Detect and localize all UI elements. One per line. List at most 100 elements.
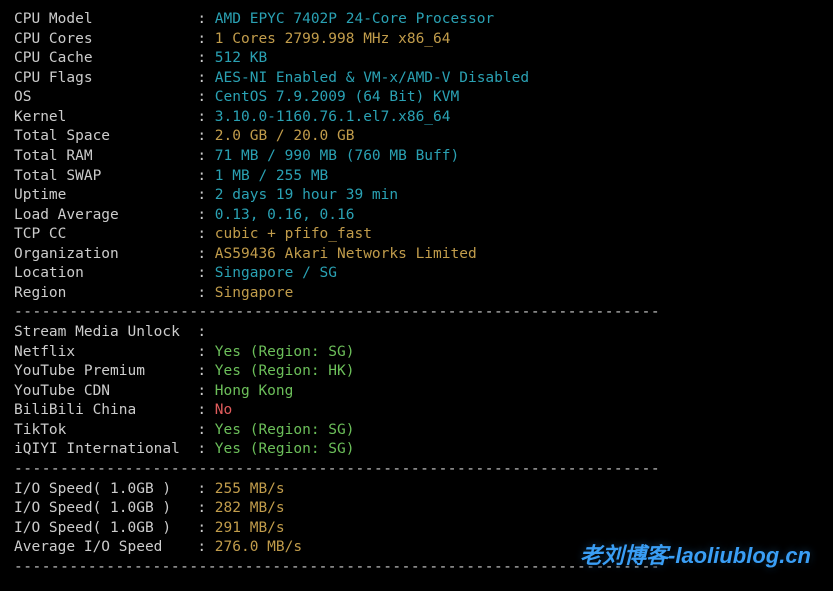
row-os: OS : CentOS 7.9.2009 (64 Bit) KVM bbox=[14, 88, 819, 108]
row-location: Location : Singapore / SG bbox=[14, 264, 819, 284]
section-divider: ----------------------------------------… bbox=[14, 460, 819, 480]
value: AS59436 Akari Networks Limited bbox=[215, 246, 477, 262]
colon-sep: : bbox=[197, 422, 214, 438]
colon-sep: : bbox=[197, 265, 214, 281]
row-load-average: Load Average : 0.13, 0.16, 0.16 bbox=[14, 206, 819, 226]
label: I/O Speed( 1.0GB ) bbox=[14, 520, 197, 536]
colon-sep: : bbox=[197, 344, 214, 360]
colon-sep: : bbox=[197, 285, 214, 301]
row-io-3: I/O Speed( 1.0GB ) : 291 MB/s bbox=[14, 519, 819, 539]
colon-sep: : bbox=[197, 539, 214, 555]
colon-sep: : bbox=[197, 109, 214, 125]
io-speed-block: I/O Speed( 1.0GB ) : 255 MB/s I/O Speed(… bbox=[14, 480, 819, 558]
value: 2 days 19 hour 39 min bbox=[215, 187, 398, 203]
label: YouTube CDN bbox=[14, 383, 197, 399]
label: Average I/O Speed bbox=[14, 539, 197, 555]
colon-sep: : bbox=[197, 148, 214, 164]
colon-sep: : bbox=[197, 520, 214, 536]
row-total-ram: Total RAM : 71 MB / 990 MB (760 MB Buff) bbox=[14, 147, 819, 167]
label: Kernel bbox=[14, 109, 197, 125]
colon-sep: : bbox=[197, 226, 214, 242]
row-uptime: Uptime : 2 days 19 hour 39 min bbox=[14, 186, 819, 206]
row-bilibili: BiliBili China : No bbox=[14, 401, 819, 421]
value: Yes (Region: SG) bbox=[215, 441, 355, 457]
label: CPU Cache bbox=[14, 50, 197, 66]
label: iQIYI International bbox=[14, 441, 197, 457]
label: TCP CC bbox=[14, 226, 197, 242]
label: Total Space bbox=[14, 128, 197, 144]
label: CPU Cores bbox=[14, 31, 197, 47]
label: Stream Media Unlock bbox=[14, 324, 197, 340]
row-youtube-premium: YouTube Premium : Yes (Region: HK) bbox=[14, 362, 819, 382]
label: CPU Model bbox=[14, 11, 197, 27]
colon-sep: : bbox=[197, 246, 214, 262]
value: Yes (Region: SG) bbox=[215, 422, 355, 438]
label: BiliBili China bbox=[14, 402, 197, 418]
colon-sep: : bbox=[197, 324, 214, 340]
row-iqiyi: iQIYI International : Yes (Region: SG) bbox=[14, 440, 819, 460]
label: OS bbox=[14, 89, 197, 105]
row-stream-header: Stream Media Unlock : bbox=[14, 323, 819, 343]
value: 276.0 MB/s bbox=[215, 539, 302, 555]
row-youtube-cdn: YouTube CDN : Hong Kong bbox=[14, 382, 819, 402]
system-info-block: CPU Model : AMD EPYC 7402P 24-Core Proce… bbox=[14, 10, 819, 303]
colon-sep: : bbox=[197, 50, 214, 66]
colon-sep: : bbox=[197, 70, 214, 86]
label: Organization bbox=[14, 246, 197, 262]
value: Singapore bbox=[215, 285, 294, 301]
row-tcp-cc: TCP CC : cubic + pfifo_fast bbox=[14, 225, 819, 245]
value: No bbox=[215, 402, 232, 418]
section-divider: ----------------------------------------… bbox=[14, 558, 819, 578]
label: Region bbox=[14, 285, 197, 301]
row-io-2: I/O Speed( 1.0GB ) : 282 MB/s bbox=[14, 499, 819, 519]
colon-sep: : bbox=[197, 402, 214, 418]
row-io-1: I/O Speed( 1.0GB ) : 255 MB/s bbox=[14, 480, 819, 500]
value: cubic + pfifo_fast bbox=[215, 226, 372, 242]
label: Location bbox=[14, 265, 197, 281]
value: AMD EPYC 7402P 24-Core Processor bbox=[215, 11, 494, 27]
colon-sep: : bbox=[197, 441, 214, 457]
value: 3.10.0-1160.76.1.el7.x86_64 bbox=[215, 109, 451, 125]
value: 1 MB / 255 MB bbox=[215, 168, 329, 184]
colon-sep: : bbox=[197, 481, 214, 497]
colon-sep: : bbox=[197, 168, 214, 184]
row-total-space: Total Space : 2.0 GB / 20.0 GB bbox=[14, 127, 819, 147]
value: Yes (Region: SG) bbox=[215, 344, 355, 360]
colon-sep: : bbox=[197, 207, 214, 223]
colon-sep: : bbox=[197, 89, 214, 105]
colon-sep: : bbox=[197, 500, 214, 516]
section-divider: ----------------------------------------… bbox=[14, 303, 819, 323]
row-io-avg: Average I/O Speed : 276.0 MB/s bbox=[14, 538, 819, 558]
value: Singapore / SG bbox=[215, 265, 337, 281]
row-region: Region : Singapore bbox=[14, 284, 819, 304]
colon-sep: : bbox=[197, 363, 214, 379]
row-cpu-flags: CPU Flags : AES-NI Enabled & VM-x/AMD-V … bbox=[14, 69, 819, 89]
value: 71 MB / 990 MB (760 MB Buff) bbox=[215, 148, 459, 164]
value: CentOS 7.9.2009 (64 Bit) KVM bbox=[215, 89, 459, 105]
value: 2.0 GB / 20.0 GB bbox=[215, 128, 355, 144]
label: YouTube Premium bbox=[14, 363, 197, 379]
row-kernel: Kernel : 3.10.0-1160.76.1.el7.x86_64 bbox=[14, 108, 819, 128]
colon-sep: : bbox=[197, 128, 214, 144]
value: 0.13, 0.16, 0.16 bbox=[215, 207, 355, 223]
value: Yes (Region: HK) bbox=[215, 363, 355, 379]
row-total-swap: Total SWAP : 1 MB / 255 MB bbox=[14, 167, 819, 187]
value: AES-NI Enabled & VM-x/AMD-V Disabled bbox=[215, 70, 529, 86]
label: Load Average bbox=[14, 207, 197, 223]
value: 291 MB/s bbox=[215, 520, 285, 536]
row-cpu-cores: CPU Cores : 1 Cores 2799.998 MHz x86_64 bbox=[14, 30, 819, 50]
label: Uptime bbox=[14, 187, 197, 203]
value: Hong Kong bbox=[215, 383, 294, 399]
label: TikTok bbox=[14, 422, 197, 438]
label: I/O Speed( 1.0GB ) bbox=[14, 481, 197, 497]
value: 1 Cores 2799.998 MHz x86_64 bbox=[215, 31, 451, 47]
colon-sep: : bbox=[197, 383, 214, 399]
row-organization: Organization : AS59436 Akari Networks Li… bbox=[14, 245, 819, 265]
label: Total RAM bbox=[14, 148, 197, 164]
row-cpu-cache: CPU Cache : 512 KB bbox=[14, 49, 819, 69]
label: CPU Flags bbox=[14, 70, 197, 86]
row-tiktok: TikTok : Yes (Region: SG) bbox=[14, 421, 819, 441]
label: Netflix bbox=[14, 344, 197, 360]
value: 255 MB/s bbox=[215, 481, 285, 497]
value: 282 MB/s bbox=[215, 500, 285, 516]
